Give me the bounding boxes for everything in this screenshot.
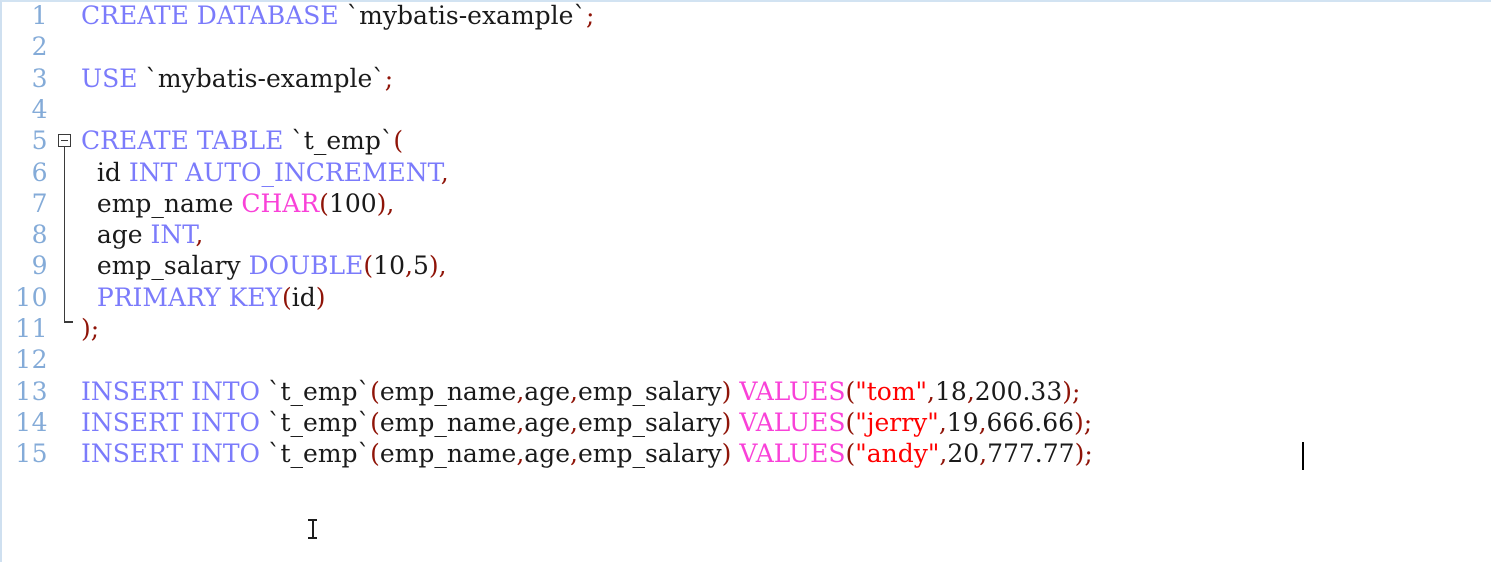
token-num: 200.33: [974, 376, 1063, 406]
token-num: 666.66: [986, 407, 1075, 437]
token-num: 18: [935, 376, 967, 406]
token-id: emp_name: [379, 376, 517, 406]
token-pun: ,: [570, 376, 578, 406]
token-id: `t_emp`: [291, 126, 394, 156]
token-id: emp_name: [379, 407, 517, 437]
token-pun: ;: [384, 63, 394, 93]
token-pun: ,: [938, 407, 947, 437]
token-pun: (: [363, 251, 374, 281]
token-id: age: [81, 220, 151, 250]
token-pun: (: [370, 376, 380, 406]
token-pun: );: [1074, 439, 1093, 469]
token-pun: );: [1074, 407, 1093, 437]
token-id: emp_salary: [577, 376, 722, 406]
code-line[interactable]: PRIMARY KEY(id): [81, 282, 326, 313]
code-text-area[interactable]: CREATE DATABASE `mybatis-example`; USE `m…: [2, 2, 1491, 562]
code-line[interactable]: id INT AUTO_INCREMENT,: [81, 157, 449, 188]
token-id: emp_salary: [577, 407, 722, 437]
token-kw: INSERT INTO: [81, 407, 268, 437]
token-pun: (: [370, 407, 380, 437]
ibeam-bottom-cap: [308, 537, 317, 539]
token-pun: ;: [585, 1, 595, 30]
token-id: `t_emp`: [268, 407, 371, 437]
token-type: VALUES: [739, 439, 846, 469]
token-str: "jerry": [855, 407, 939, 437]
token-pun: (: [393, 126, 404, 156]
token-str: "tom": [855, 376, 928, 406]
token-pun: (: [282, 282, 292, 312]
token-id: id: [81, 157, 129, 187]
token-id: `mybatis-example`: [346, 1, 586, 30]
text-caret: [1302, 442, 1304, 470]
token-id: [81, 283, 97, 312]
token-pun: ): [721, 376, 740, 406]
sql-editor-pane[interactable]: 1 2 3 4 5 6 7 8 9 10 11 12 13 14 15 CREATE DATABASE `m…: [0, 0, 1491, 562]
token-pun: ),: [428, 251, 447, 281]
code-line[interactable]: );: [81, 313, 99, 344]
token-kw: INSERT INTO: [81, 439, 268, 469]
token-id: `t_emp`: [268, 376, 371, 406]
token-kw: INSERT INTO: [81, 376, 268, 406]
token-pun: ,: [570, 407, 578, 437]
token-num: 20: [947, 439, 980, 469]
token-id: emp_name: [379, 439, 517, 469]
token-kw: CREATE TABLE: [81, 126, 292, 156]
token-num: 19: [946, 407, 979, 437]
token-id: age: [524, 407, 570, 437]
token-type: VALUES: [739, 376, 846, 406]
token-pun: ,: [966, 376, 975, 406]
token-pun: (: [845, 376, 856, 406]
token-pun: ,: [927, 376, 935, 406]
code-line[interactable]: emp_salary DOUBLE(10,5),: [81, 250, 447, 281]
token-pun: ,: [195, 220, 204, 250]
token-pun: (: [370, 439, 380, 469]
token-pun: ): [721, 407, 740, 437]
code-line[interactable]: CREATE TABLE `t_emp`(: [81, 125, 403, 156]
token-id: age: [524, 376, 570, 406]
token-type: CHAR: [241, 188, 320, 218]
code-line[interactable]: age INT,: [81, 219, 203, 250]
token-num: 10: [373, 251, 405, 281]
token-id: emp_salary: [577, 439, 722, 469]
token-pun: ): [315, 282, 326, 312]
token-pun: (: [845, 439, 856, 469]
token-kw: INT: [150, 220, 196, 250]
token-pun: ,: [978, 407, 987, 437]
token-num: 777.77: [987, 439, 1075, 469]
token-pun: (: [845, 407, 856, 437]
ibeam-stem: [312, 520, 314, 538]
token-pun: ),: [376, 188, 395, 218]
code-line[interactable]: emp_name CHAR(100),: [81, 188, 394, 219]
token-kw: CREATE DATABASE: [81, 1, 347, 30]
token-pun: ,: [570, 439, 578, 469]
token-pun: ,: [440, 157, 449, 187]
token-id: age: [524, 439, 570, 469]
token-kw: USE: [81, 63, 146, 93]
token-pun: ,: [404, 251, 413, 281]
token-kw: DOUBLE: [248, 251, 364, 281]
token-pun: );: [1062, 376, 1081, 406]
code-line[interactable]: CREATE DATABASE `mybatis-example`;: [81, 1, 595, 31]
token-num: 5: [412, 251, 429, 281]
token-pun: ,: [979, 439, 988, 469]
token-pun: );: [81, 314, 100, 343]
token-kw: PRIMARY KEY: [96, 282, 283, 312]
token-pun: ): [721, 439, 740, 469]
code-line[interactable]: INSERT INTO `t_emp`(emp_name,age,emp_sal…: [81, 407, 1092, 438]
token-id: emp_name: [81, 188, 242, 218]
text-ibeam-cursor: [308, 518, 317, 540]
token-num: 100: [328, 188, 377, 218]
token-str: "andy": [855, 439, 940, 469]
code-line[interactable]: USE `mybatis-example`;: [81, 63, 393, 94]
code-line[interactable]: INSERT INTO `t_emp`(emp_name,age,emp_sal…: [81, 376, 1080, 407]
token-pun: (: [319, 188, 329, 218]
token-id: id: [291, 282, 316, 312]
token-id: `t_emp`: [268, 439, 371, 469]
token-kw: INT AUTO_INCREMENT: [128, 157, 441, 187]
token-type: VALUES: [739, 407, 846, 437]
token-id: `mybatis-example`: [145, 63, 385, 93]
code-line[interactable]: INSERT INTO `t_emp`(emp_name,age,emp_sal…: [81, 438, 1093, 469]
token-id: emp_salary: [81, 251, 249, 281]
